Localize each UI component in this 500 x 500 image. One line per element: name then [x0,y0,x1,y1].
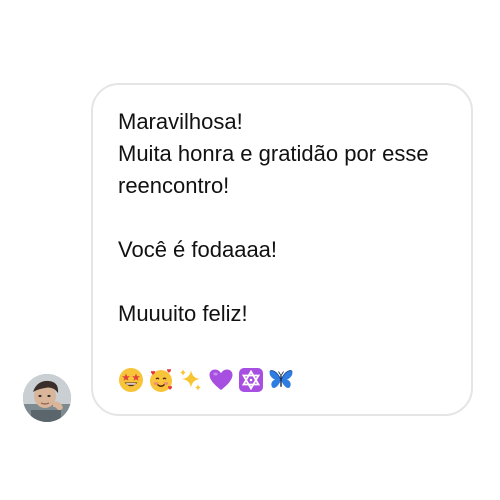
chat-screen: Maravilhosa! Muita honra e gratidão por … [0,0,500,500]
emoji-row [118,367,294,393]
purple-heart-emoji [208,367,234,393]
avatar[interactable] [23,374,71,422]
message-line: Você é fodaaaa! [118,237,278,262]
star-of-david-emoji [238,367,264,393]
message-line: Muita honra e gratidão por esse [118,141,429,166]
butterfly-emoji [268,367,294,393]
sparkles-emoji [178,367,204,393]
message-line: Muuuito feliz! [118,301,248,326]
message-bubble[interactable]: Maravilhosa! Muita honra e gratidão por … [91,83,473,416]
message-line: reencontro! [118,173,230,198]
message-line: Maravilhosa! [118,109,243,134]
star-struck-emoji [118,367,144,393]
avatar-photo [23,374,71,422]
smiling-face-with-hearts-emoji [148,367,174,393]
